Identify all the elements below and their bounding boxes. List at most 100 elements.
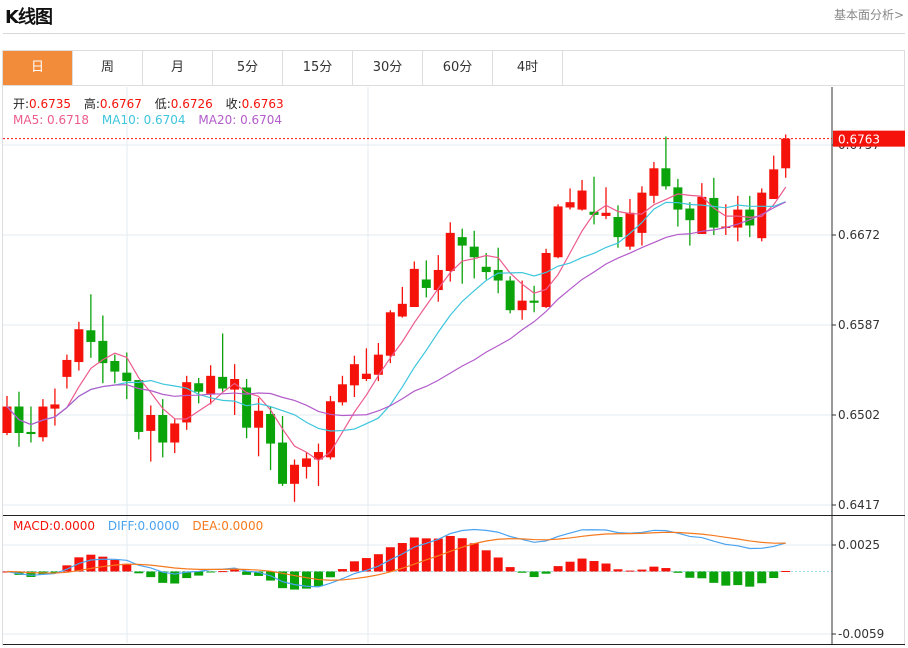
candle-body bbox=[565, 202, 575, 208]
macd-histogram-bar bbox=[493, 557, 503, 572]
macd-histogram-bar bbox=[745, 571, 755, 587]
candle-body bbox=[481, 266, 491, 273]
ma5-value: MA5: 0.6718 bbox=[13, 113, 90, 127]
candle-body bbox=[613, 217, 623, 238]
close-label: 收: bbox=[225, 97, 242, 111]
macd-histogram-bar bbox=[565, 561, 575, 572]
candle-body bbox=[278, 442, 288, 484]
candle-body bbox=[541, 253, 551, 307]
low-value: 0.6726 bbox=[170, 97, 213, 111]
open-value: 0.6735 bbox=[29, 97, 72, 111]
macd-tick-label: 0.0025 bbox=[838, 538, 880, 552]
candle-body bbox=[649, 168, 659, 196]
price-tick-label: 0.6672 bbox=[838, 228, 880, 242]
candle-body bbox=[290, 464, 300, 484]
current-price-label: 0.6763 bbox=[838, 133, 880, 147]
macd-histogram-bar bbox=[290, 571, 300, 590]
candle-body bbox=[553, 206, 563, 258]
candle-body bbox=[361, 373, 371, 379]
macd-histogram-bar bbox=[325, 571, 335, 578]
price-tick-label: 0.6587 bbox=[838, 318, 880, 332]
high-label: 高: bbox=[83, 97, 100, 111]
macd-histogram-bar bbox=[373, 554, 383, 572]
price-tick-label: 0.6502 bbox=[838, 408, 880, 422]
open-label: 开: bbox=[13, 97, 30, 111]
macd-histogram-bar bbox=[601, 563, 611, 572]
macd-histogram-bar bbox=[721, 571, 731, 586]
macd-histogram-bar bbox=[517, 571, 527, 573]
candle-body bbox=[517, 300, 527, 311]
macd-histogram-bar bbox=[661, 568, 671, 572]
macd-tick-label: -0.0059 bbox=[838, 627, 884, 641]
candle-body bbox=[601, 212, 611, 216]
diff-line bbox=[6, 528, 786, 588]
candle-body bbox=[697, 196, 707, 234]
macd-histogram-bar bbox=[146, 571, 156, 578]
macd-histogram-bar bbox=[673, 571, 683, 573]
candle-body bbox=[50, 404, 60, 409]
macd-histogram-bar bbox=[409, 537, 419, 572]
candle-body bbox=[781, 138, 791, 169]
candle-body bbox=[673, 187, 683, 210]
candle-body bbox=[26, 431, 36, 435]
candle-body bbox=[325, 401, 335, 458]
candle-body bbox=[302, 458, 311, 467]
candle-body bbox=[385, 312, 395, 356]
candle-body bbox=[337, 384, 347, 403]
macd-value: MACD:0.0000 bbox=[13, 519, 96, 533]
macd-histogram-bar bbox=[218, 571, 228, 573]
candle-body bbox=[637, 192, 647, 233]
close-value: 0.6763 bbox=[241, 97, 284, 111]
low-label: 低: bbox=[154, 97, 171, 111]
candle-body bbox=[685, 208, 695, 221]
candle-body bbox=[577, 190, 587, 210]
macd-histogram-bar bbox=[685, 571, 695, 578]
macd-histogram-bar bbox=[529, 571, 539, 578]
macd-histogram-bar bbox=[445, 535, 455, 572]
candle-body bbox=[194, 383, 204, 392]
candle-body bbox=[230, 379, 240, 390]
macd-histogram-bar bbox=[457, 538, 467, 572]
ohlc-legend: 开:0.6735 高:0.6767 低:0.6726 收:0.6763 bbox=[13, 95, 284, 112]
macd-histogram-bar bbox=[697, 571, 707, 579]
candle-body bbox=[505, 280, 515, 311]
macd-histogram-bar bbox=[481, 550, 491, 572]
macd-histogram-bar bbox=[134, 571, 144, 574]
candle-body bbox=[266, 413, 276, 444]
candle-body bbox=[206, 375, 216, 394]
price-tick-label: 0.6417 bbox=[838, 498, 880, 512]
macd-histogram-bar bbox=[505, 567, 515, 572]
candle-body bbox=[110, 361, 120, 372]
candle-body bbox=[349, 364, 359, 386]
candle-body bbox=[529, 300, 539, 303]
macd-histogram-bar bbox=[613, 569, 623, 572]
macd-legend: MACD:0.0000 DIFF:0.0000 DEA:0.0000 bbox=[13, 519, 263, 533]
candle-body bbox=[158, 415, 168, 443]
macd-histogram-bar bbox=[757, 571, 767, 584]
macd-histogram-bar bbox=[649, 566, 659, 572]
candle-body bbox=[86, 330, 96, 342]
macd-histogram-bar bbox=[553, 566, 563, 572]
candle-body bbox=[146, 415, 156, 431]
high-value: 0.6767 bbox=[99, 97, 142, 111]
candle-body bbox=[74, 329, 84, 363]
macd-histogram-bar bbox=[469, 543, 479, 572]
dea-value: DEA:0.0000 bbox=[192, 519, 264, 533]
candle-body bbox=[170, 423, 180, 443]
ma-legend: MA5: 0.6718 MA10: 0.6704 MA20: 0.6704 bbox=[13, 113, 282, 127]
candle-body bbox=[62, 359, 72, 377]
candle-body bbox=[122, 372, 132, 382]
candle-body bbox=[709, 197, 719, 228]
ma10-value: MA10: 0.6704 bbox=[101, 113, 186, 127]
candle-body bbox=[445, 232, 455, 271]
ma10-line bbox=[6, 201, 786, 432]
macd-histogram-bar bbox=[337, 569, 347, 572]
macd-histogram-bar bbox=[637, 569, 647, 572]
candle-body bbox=[397, 303, 407, 317]
candle-body bbox=[218, 376, 228, 389]
candle-body bbox=[254, 410, 264, 428]
macd-histogram-bar bbox=[709, 571, 719, 583]
candle-body bbox=[421, 279, 431, 288]
candle-body bbox=[769, 169, 779, 199]
candle-body bbox=[469, 246, 479, 258]
